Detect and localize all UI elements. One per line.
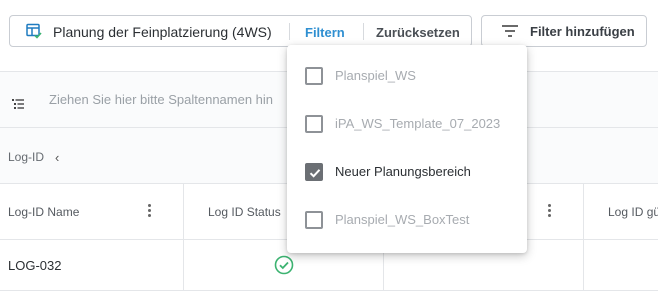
header-cell-log-id-valid[interactable]: Log ID gü	[584, 184, 658, 240]
header-label: Log ID gü	[608, 205, 658, 219]
dropdown-item[interactable]: Planspiel_WS	[287, 53, 527, 100]
header-label: Log-ID Name	[8, 205, 80, 219]
dropdown-item-label: iPA_WS_Template_07_2023	[335, 116, 501, 131]
chevron-left-icon[interactable]: ‹	[55, 150, 59, 165]
header-cell-log-id-name[interactable]: Log-ID Name	[0, 184, 184, 240]
dropdown-item[interactable]: iPA_WS_Template_07_2023	[287, 101, 527, 148]
check-circle-icon	[274, 255, 294, 275]
cell-log-id-name[interactable]: LOG-032	[0, 240, 184, 291]
divider	[363, 23, 364, 40]
dropdown-item-label: Neuer Planungsbereich	[335, 164, 471, 179]
checkbox-checked[interactable]	[305, 163, 323, 181]
filter-lines-icon	[501, 24, 519, 38]
view-selector: Planung der Feinplatzierung (4WS) Filter…	[9, 15, 472, 47]
checkbox[interactable]	[305, 211, 323, 229]
dropdown-item[interactable]: Planspiel_WS_BoxTest	[287, 197, 527, 244]
group-chip-label[interactable]: Log-ID	[8, 150, 44, 164]
table-view-icon[interactable]	[26, 23, 42, 39]
cell-text: LOG-032	[8, 258, 62, 273]
column-drop-input[interactable]: Ziehen Sie hier bitte Spaltennamen hin	[49, 92, 273, 107]
dropdown-item-label: Planspiel_WS_BoxTest	[335, 212, 470, 227]
dropdown-item[interactable]: Neuer Planungsbereich	[287, 149, 527, 196]
dropdown-item-label: Planspiel_WS	[335, 68, 416, 83]
add-filter-button[interactable]: Filter hinzufügen	[481, 15, 647, 47]
workspace-filter-dropdown: Planspiel_WS iPA_WS_Template_07_2023 Neu…	[287, 45, 527, 253]
header-label: Log ID Status	[208, 205, 281, 219]
column-list-icon[interactable]	[12, 96, 24, 109]
filter-button[interactable]: Filtern	[305, 25, 345, 40]
column-menu-icon[interactable]	[148, 204, 152, 218]
reset-button[interactable]: Zurücksetzen	[376, 25, 460, 40]
divider	[289, 23, 290, 40]
column-menu-icon[interactable]	[548, 204, 552, 218]
cell-log-id-valid[interactable]	[584, 240, 658, 291]
checkmark-icon	[309, 169, 321, 178]
checkbox[interactable]	[305, 115, 323, 133]
checkbox[interactable]	[305, 67, 323, 85]
add-filter-label: Filter hinzufügen	[530, 24, 635, 39]
view-title[interactable]: Planung der Feinplatzierung (4WS)	[53, 24, 272, 40]
